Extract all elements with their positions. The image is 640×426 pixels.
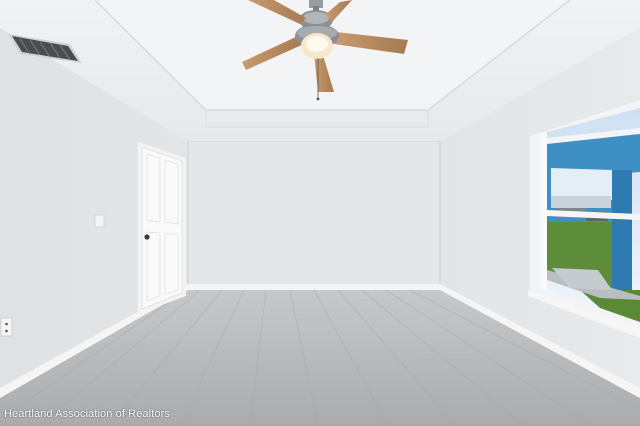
wall-outlet [0, 317, 13, 337]
door [138, 142, 186, 314]
empty-room-illustration [0, 0, 640, 426]
photo-watermark: Heartland Association of Realtors [4, 408, 170, 420]
room-photo: Heartland Association of Realtors [0, 0, 640, 426]
baseboard-back [188, 284, 440, 290]
back-wall [188, 142, 440, 290]
window [528, 100, 640, 338]
light-switch [94, 214, 105, 228]
door-knob-icon [144, 234, 150, 240]
